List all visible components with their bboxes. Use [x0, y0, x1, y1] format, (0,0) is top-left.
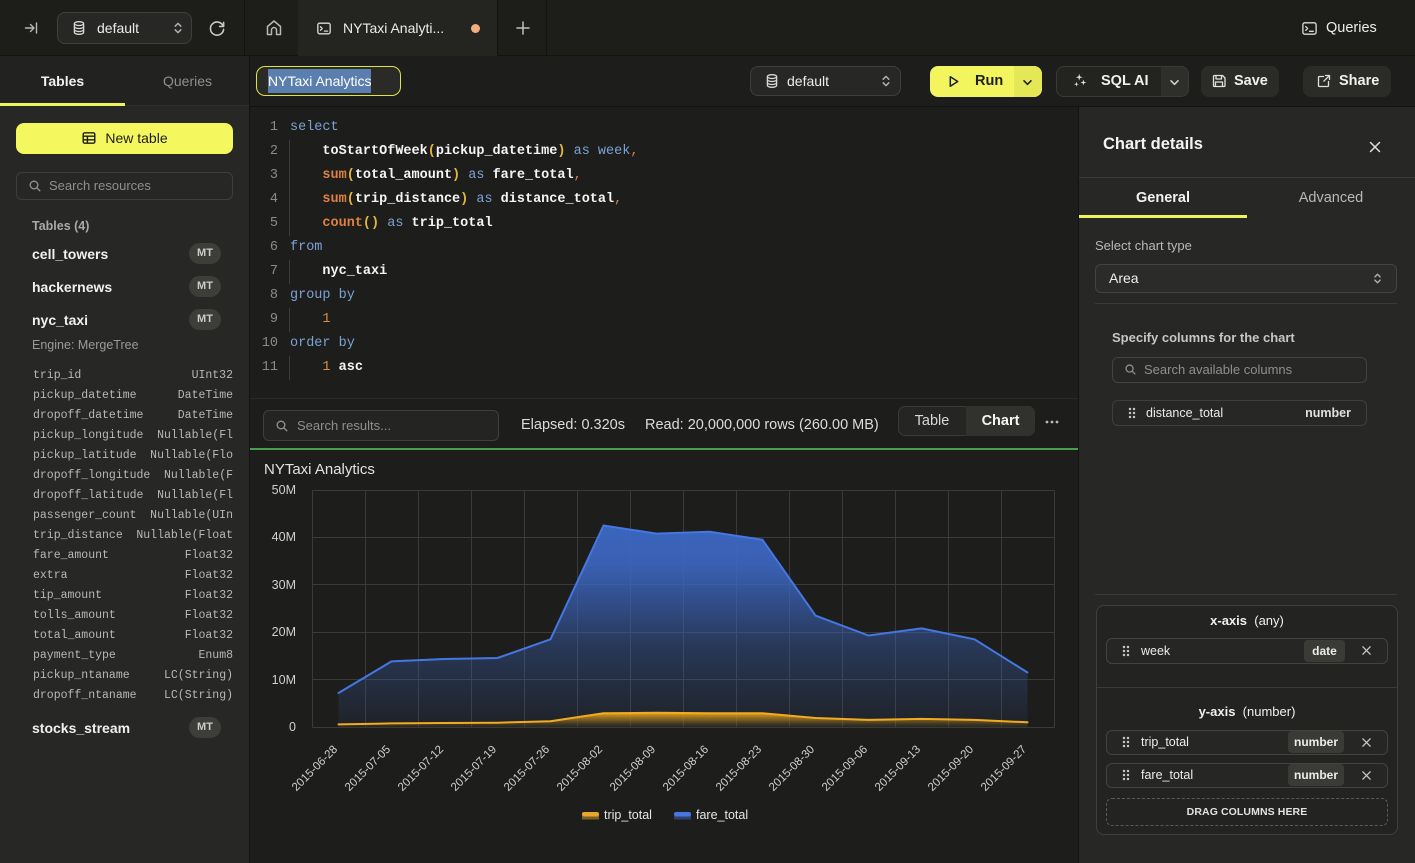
svg-text:30M: 30M	[272, 578, 296, 592]
svg-text:2015-08-30: 2015-08-30	[767, 744, 817, 794]
svg-text:2015-07-12: 2015-07-12	[396, 744, 446, 794]
svg-text:trip_total: trip_total	[604, 808, 652, 822]
svg-text:10M: 10M	[272, 673, 296, 687]
svg-text:2015-09-20: 2015-09-20	[926, 744, 976, 794]
svg-text:2015-08-02: 2015-08-02	[555, 744, 605, 794]
svg-text:2015-09-27: 2015-09-27	[979, 744, 1029, 794]
svg-text:2015-08-23: 2015-08-23	[714, 744, 764, 794]
svg-text:2015-09-13: 2015-09-13	[873, 744, 923, 794]
svg-text:2015-07-05: 2015-07-05	[343, 744, 393, 794]
svg-text:2015-08-09: 2015-08-09	[608, 744, 658, 794]
svg-text:NYTaxi Analytics: NYTaxi Analytics	[264, 461, 375, 478]
svg-text:40M: 40M	[272, 530, 296, 544]
svg-text:0: 0	[289, 720, 296, 734]
svg-text:2015-07-19: 2015-07-19	[449, 744, 499, 794]
svg-text:2015-08-16: 2015-08-16	[661, 744, 711, 794]
svg-text:50M: 50M	[272, 483, 296, 497]
svg-text:fare_total: fare_total	[696, 808, 748, 822]
svg-text:2015-06-28: 2015-06-28	[290, 744, 340, 794]
svg-text:20M: 20M	[272, 625, 296, 639]
svg-text:2015-07-26: 2015-07-26	[502, 744, 552, 794]
svg-text:2015-09-06: 2015-09-06	[820, 744, 870, 794]
